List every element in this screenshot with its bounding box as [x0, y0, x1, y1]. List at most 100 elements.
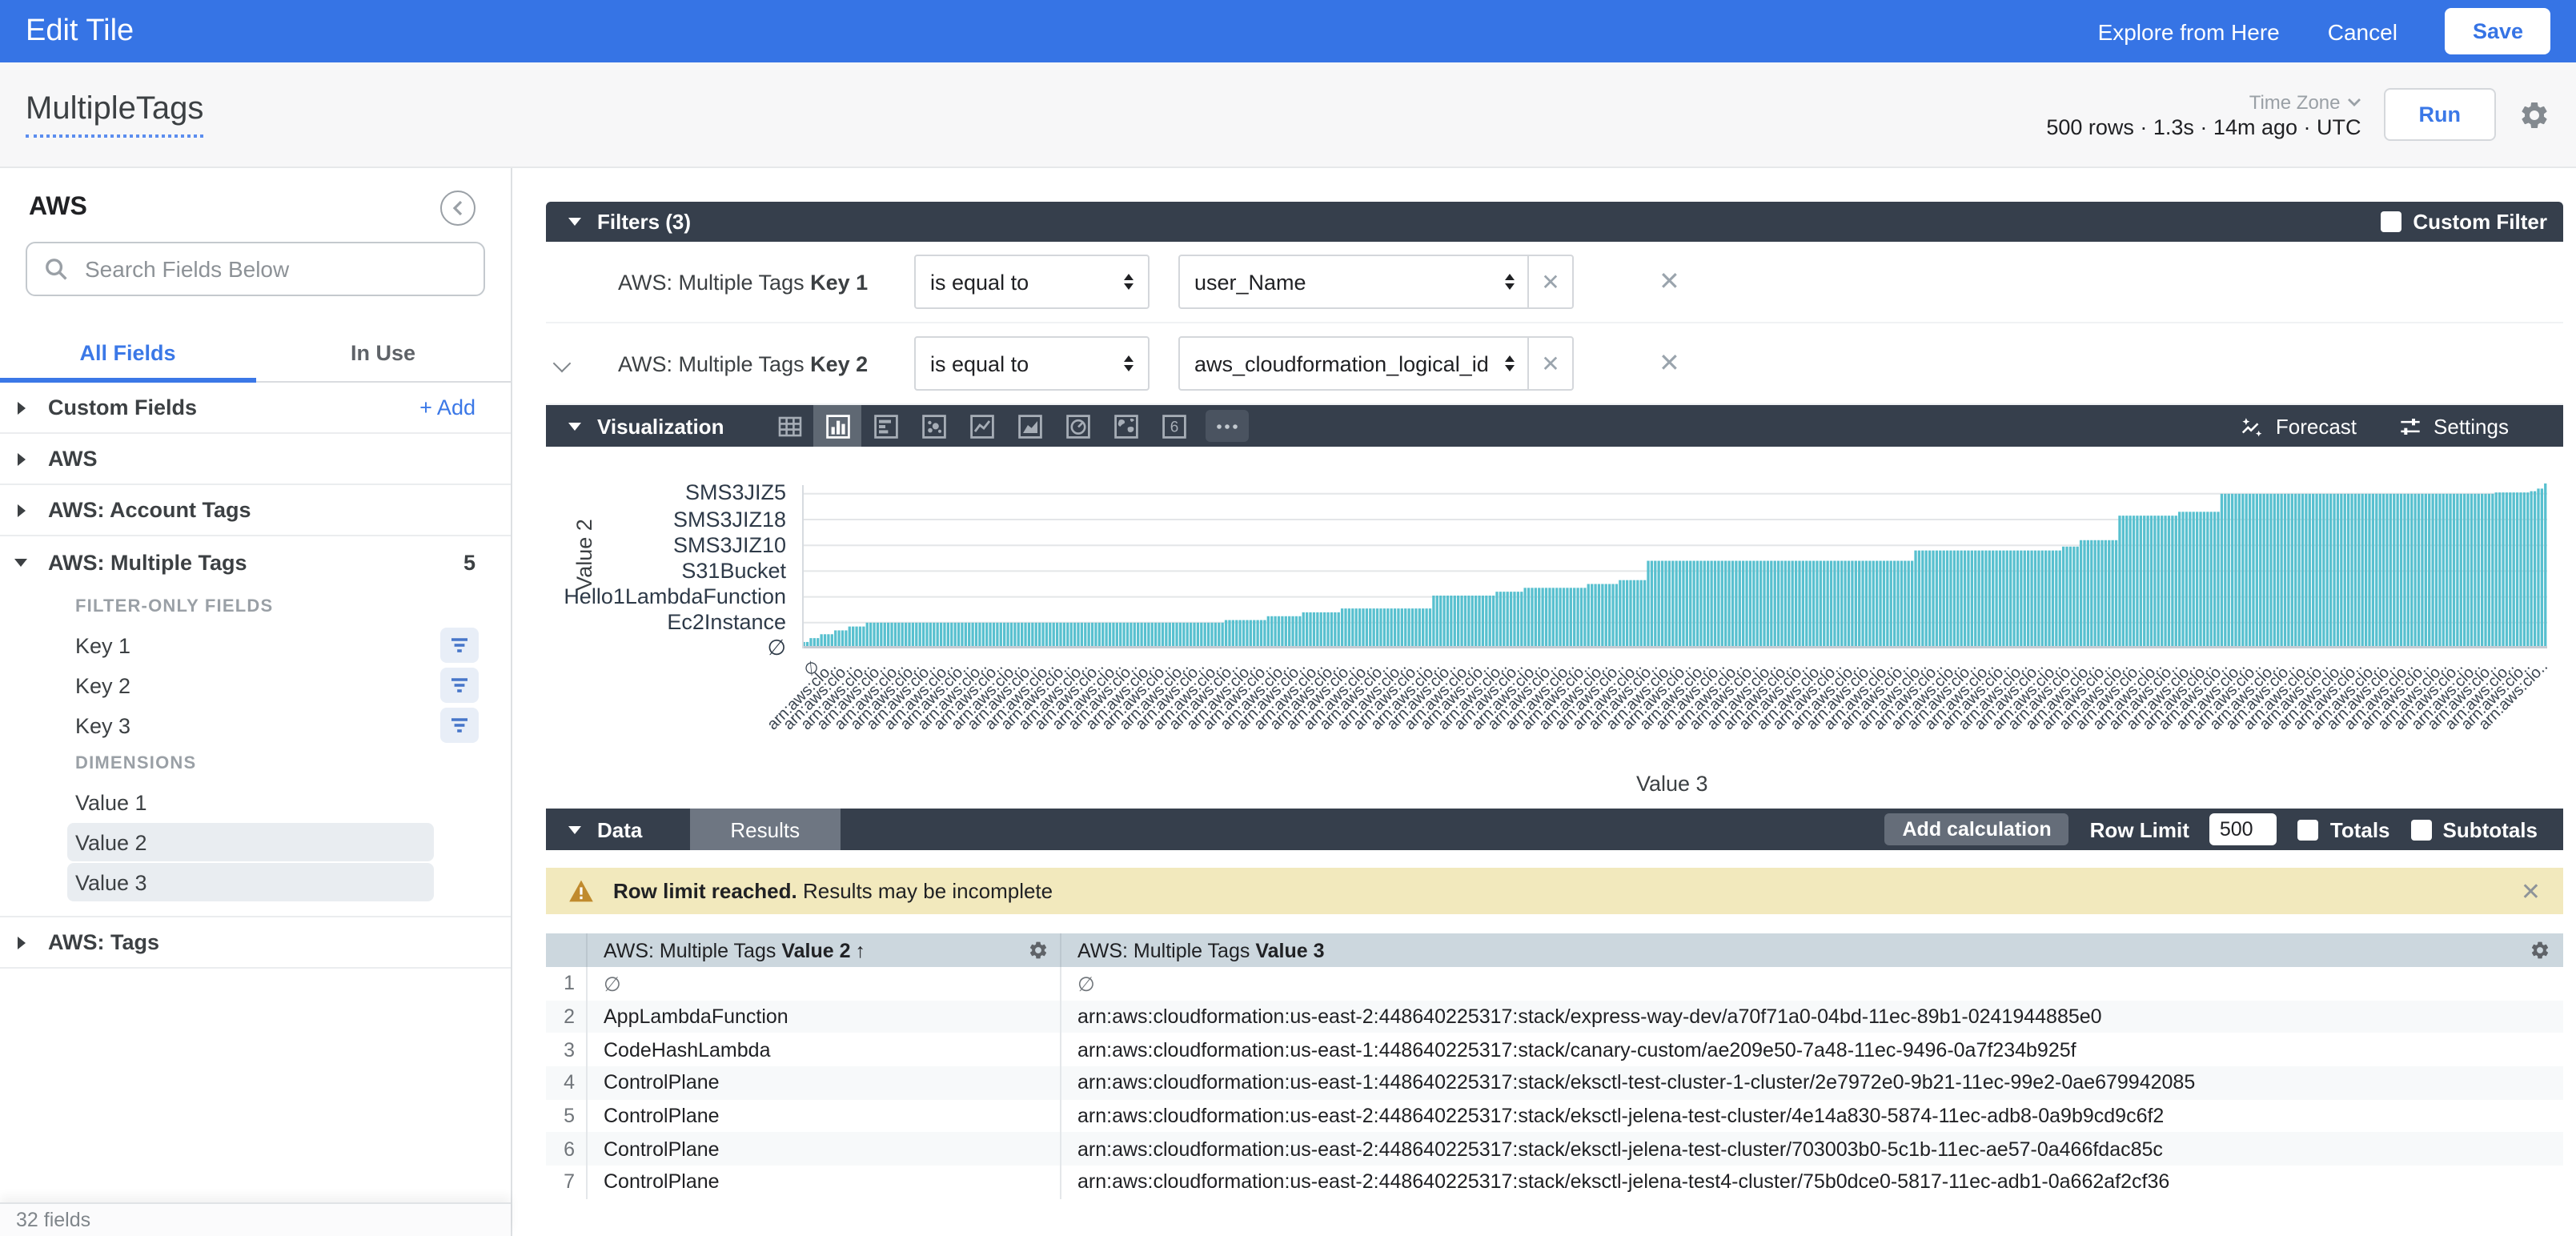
visualization-section-title: Visualization	[597, 414, 724, 438]
data-section-header[interactable]: Data Results Add calculation Row Limit T…	[546, 809, 2563, 850]
sidebar-field-key-3[interactable]: Key 3	[67, 706, 434, 744]
cell-value2[interactable]: ControlPlane	[588, 1066, 1061, 1099]
field-search[interactable]	[26, 242, 485, 296]
sidebar-field-key-2[interactable]: Key 2	[67, 666, 434, 704]
sidebar-item-aws-multiple-tags[interactable]: AWS: Multiple Tags5	[0, 536, 511, 588]
cell-value3[interactable]: arn:aws:cloudformation:us-east-2:4486402…	[1061, 1000, 2563, 1033]
more-icon[interactable]	[1206, 410, 1249, 442]
clear-value-icon[interactable]: ✕	[1529, 268, 1572, 295]
collapse-triangle-icon	[568, 422, 581, 430]
sidebar-item-aws[interactable]: AWS	[0, 434, 511, 485]
pie-chart-icon[interactable]	[1053, 405, 1101, 447]
column-chart-icon[interactable]	[813, 405, 861, 447]
tab-in-use[interactable]: In Use	[255, 335, 511, 381]
tab-all-fields[interactable]: All Fields	[0, 335, 255, 381]
totals-checkbox[interactable]	[2298, 819, 2319, 840]
sidebar-item-custom-fields[interactable]: Custom Fields+ Add	[0, 383, 511, 434]
cell-value2[interactable]: ControlPlane	[588, 1133, 1061, 1166]
sidebar-field-value-2[interactable]: Value 2	[67, 823, 434, 861]
save-button[interactable]: Save	[2446, 8, 2550, 54]
row-number: 4	[546, 1066, 588, 1099]
table-icon[interactable]	[765, 405, 813, 447]
tab-results[interactable]: Results	[690, 809, 840, 850]
filters-section-header[interactable]: Filters (3) Custom Filter	[546, 202, 2563, 242]
cell-value3[interactable]: arn:aws:cloudformation:us-east-1:4486402…	[1061, 1033, 2563, 1066]
filter-by-field-button[interactable]	[440, 668, 479, 703]
custom-filter-checkbox[interactable]	[2381, 211, 2401, 232]
filter-value-input[interactable]: user_Name✕	[1178, 255, 1574, 309]
filter-by-field-button[interactable]	[440, 708, 479, 743]
table-row[interactable]: 2AppLambdaFunctionarn:aws:cloudformation…	[546, 1000, 2563, 1033]
add-custom-field-button[interactable]: + Add	[419, 395, 475, 419]
query-title[interactable]: MultipleTags	[26, 91, 203, 138]
table-row[interactable]: 5ControlPlanearn:aws:cloudformation:us-e…	[546, 1100, 2563, 1133]
table-row[interactable]: 3CodeHashLambdaarn:aws:cloudformation:us…	[546, 1033, 2563, 1066]
y-axis-tick-label: SMS3JIZ10	[546, 532, 786, 556]
column-chart[interactable]: Value 2 ∅Ec2InstanceHello1LambdaFunction…	[546, 447, 2563, 809]
table-row[interactable]: 1∅∅	[546, 967, 2563, 1000]
collapse-sidebar-button[interactable]	[440, 191, 475, 226]
cell-value3[interactable]: ∅	[1061, 967, 2563, 1000]
run-button[interactable]: Run	[2384, 88, 2497, 141]
line-chart-icon[interactable]	[957, 405, 1005, 447]
remove-filter-button[interactable]: ✕	[1659, 266, 1680, 298]
forecast-button[interactable]: Forecast	[2241, 414, 2357, 438]
explore-from-here-button[interactable]: Explore from Here	[2098, 18, 2280, 44]
cell-value2[interactable]: ∅	[588, 967, 1061, 1000]
time-zone-dropdown[interactable]: Time Zone	[2249, 90, 2361, 113]
sidebar-section-label: AWS: Account Tags	[48, 498, 251, 522]
sidebar-item-aws-tags[interactable]: AWS: Tags	[0, 917, 511, 969]
remove-filter-button[interactable]: ✕	[1659, 347, 1680, 379]
gear-icon[interactable]	[1028, 940, 1049, 961]
row-number: 3	[546, 1033, 588, 1066]
filter-field-label: AWS: Multiple Tags Key 2	[618, 351, 914, 375]
sidebar-field-value-1[interactable]: Value 1	[67, 783, 434, 821]
map-icon[interactable]	[1101, 405, 1150, 447]
filter-operator-select[interactable]: is equal to	[914, 255, 1150, 309]
scatter-icon[interactable]	[909, 405, 957, 447]
cell-value3[interactable]: arn:aws:cloudformation:us-east-1:4486402…	[1061, 1066, 2563, 1099]
area-chart-icon[interactable]	[1005, 405, 1053, 447]
field-picker-sidebar: AWS All Fields In Use Custom Fields+ Add…	[0, 168, 512, 1236]
gear-icon[interactable]	[2530, 940, 2550, 961]
table-body: 1∅∅2AppLambdaFunctionarn:aws:cloudformat…	[546, 967, 2563, 1199]
warning-text: Row limit reached. Results may be incomp…	[613, 879, 1053, 903]
filter-row-key-2: AWS: Multiple Tags Key 2is equal to aws_c…	[546, 323, 2563, 405]
visualization-section-header[interactable]: Visualization 6 Forecast Settings	[546, 405, 2563, 447]
table-row[interactable]: 7ControlPlanearn:aws:cloudformation:us-e…	[546, 1166, 2563, 1198]
search-input[interactable]	[82, 255, 467, 283]
filter-by-field-button[interactable]	[440, 628, 479, 663]
cancel-button[interactable]: Cancel	[2328, 18, 2397, 44]
sidebar-field-value-3[interactable]: Value 3	[67, 863, 434, 901]
row-limit-input[interactable]	[2210, 813, 2277, 845]
collapse-triangle-icon	[568, 825, 581, 833]
cell-value2[interactable]: AppLambdaFunction	[588, 1000, 1061, 1033]
single-value-icon[interactable]: 6	[1150, 405, 1198, 447]
table-row[interactable]: 4ControlPlanearn:aws:cloudformation:us-e…	[546, 1066, 2563, 1099]
table-row[interactable]: 6ControlPlanearn:aws:cloudformation:us-e…	[546, 1133, 2563, 1166]
settings-button[interactable]: Settings	[2398, 414, 2509, 438]
add-calculation-button[interactable]: Add calculation	[1885, 813, 2069, 845]
field-label: Value 1	[75, 790, 147, 814]
bar-chart-icon[interactable]	[861, 405, 909, 447]
cell-value2[interactable]: ControlPlane	[588, 1166, 1061, 1198]
filter-value-input[interactable]: aws_cloudformation_logical_id✕	[1178, 336, 1574, 391]
chevron-down-icon[interactable]	[553, 355, 572, 373]
chart-plot-area[interactable]	[802, 463, 2547, 648]
subtotals-checkbox[interactable]	[2411, 819, 2432, 840]
sidebar-item-aws-account-tags[interactable]: AWS: Account Tags	[0, 485, 511, 536]
column-header-value3[interactable]: AWS: Multiple Tags Value 3	[1061, 933, 2563, 967]
filter-operator-select[interactable]: is equal to	[914, 336, 1150, 391]
cell-value3[interactable]: arn:aws:cloudformation:us-east-2:4486402…	[1061, 1166, 2563, 1198]
cell-value2[interactable]: CodeHashLambda	[588, 1033, 1061, 1066]
cell-value3[interactable]: arn:aws:cloudformation:us-east-2:4486402…	[1061, 1133, 2563, 1166]
close-icon[interactable]: ✕	[2521, 877, 2541, 905]
cell-value3[interactable]: arn:aws:cloudformation:us-east-2:4486402…	[1061, 1100, 2563, 1133]
gear-icon[interactable]	[2518, 98, 2550, 130]
sidebar-section-label: AWS: Tags	[48, 930, 159, 954]
cell-value2[interactable]: ControlPlane	[588, 1100, 1061, 1133]
sidebar-field-key-1[interactable]: Key 1	[67, 626, 434, 664]
filter-icon	[448, 676, 471, 695]
column-header-value2[interactable]: AWS: Multiple Tags Value 2↑	[588, 933, 1061, 967]
clear-value-icon[interactable]: ✕	[1529, 350, 1572, 377]
